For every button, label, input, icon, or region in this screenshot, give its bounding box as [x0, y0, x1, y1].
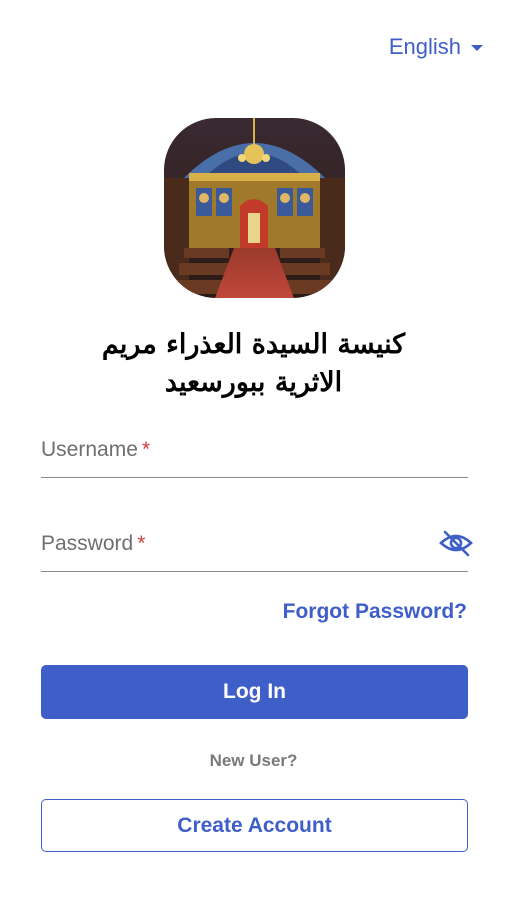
church-logo [164, 118, 345, 298]
language-label: English [388, 34, 461, 59]
password-field[interactable]: Password * [41, 524, 473, 572]
login-button[interactable]: Log In [41, 665, 468, 719]
password-input[interactable] [41, 524, 468, 571]
language-selector[interactable]: English [389, 34, 483, 60]
church-name: كنيسة السيدة العذراء مريم الاثرية ببورسع… [0, 326, 507, 402]
chevron-down-icon [471, 45, 483, 51]
eye-off-icon[interactable] [438, 528, 474, 558]
username-input[interactable] [41, 430, 468, 477]
username-field[interactable]: Username * [41, 430, 468, 478]
church-altar-image [164, 118, 345, 298]
new-user-text: New User? [209, 751, 298, 770]
forgot-password-link[interactable]: Forgot Password? [283, 600, 467, 624]
church-name-line1: كنيسة السيدة العذراء مريم [101, 329, 406, 360]
create-account-button[interactable]: Create Account [41, 799, 468, 852]
church-name-line2: الاثرية ببورسعيد [164, 367, 343, 398]
